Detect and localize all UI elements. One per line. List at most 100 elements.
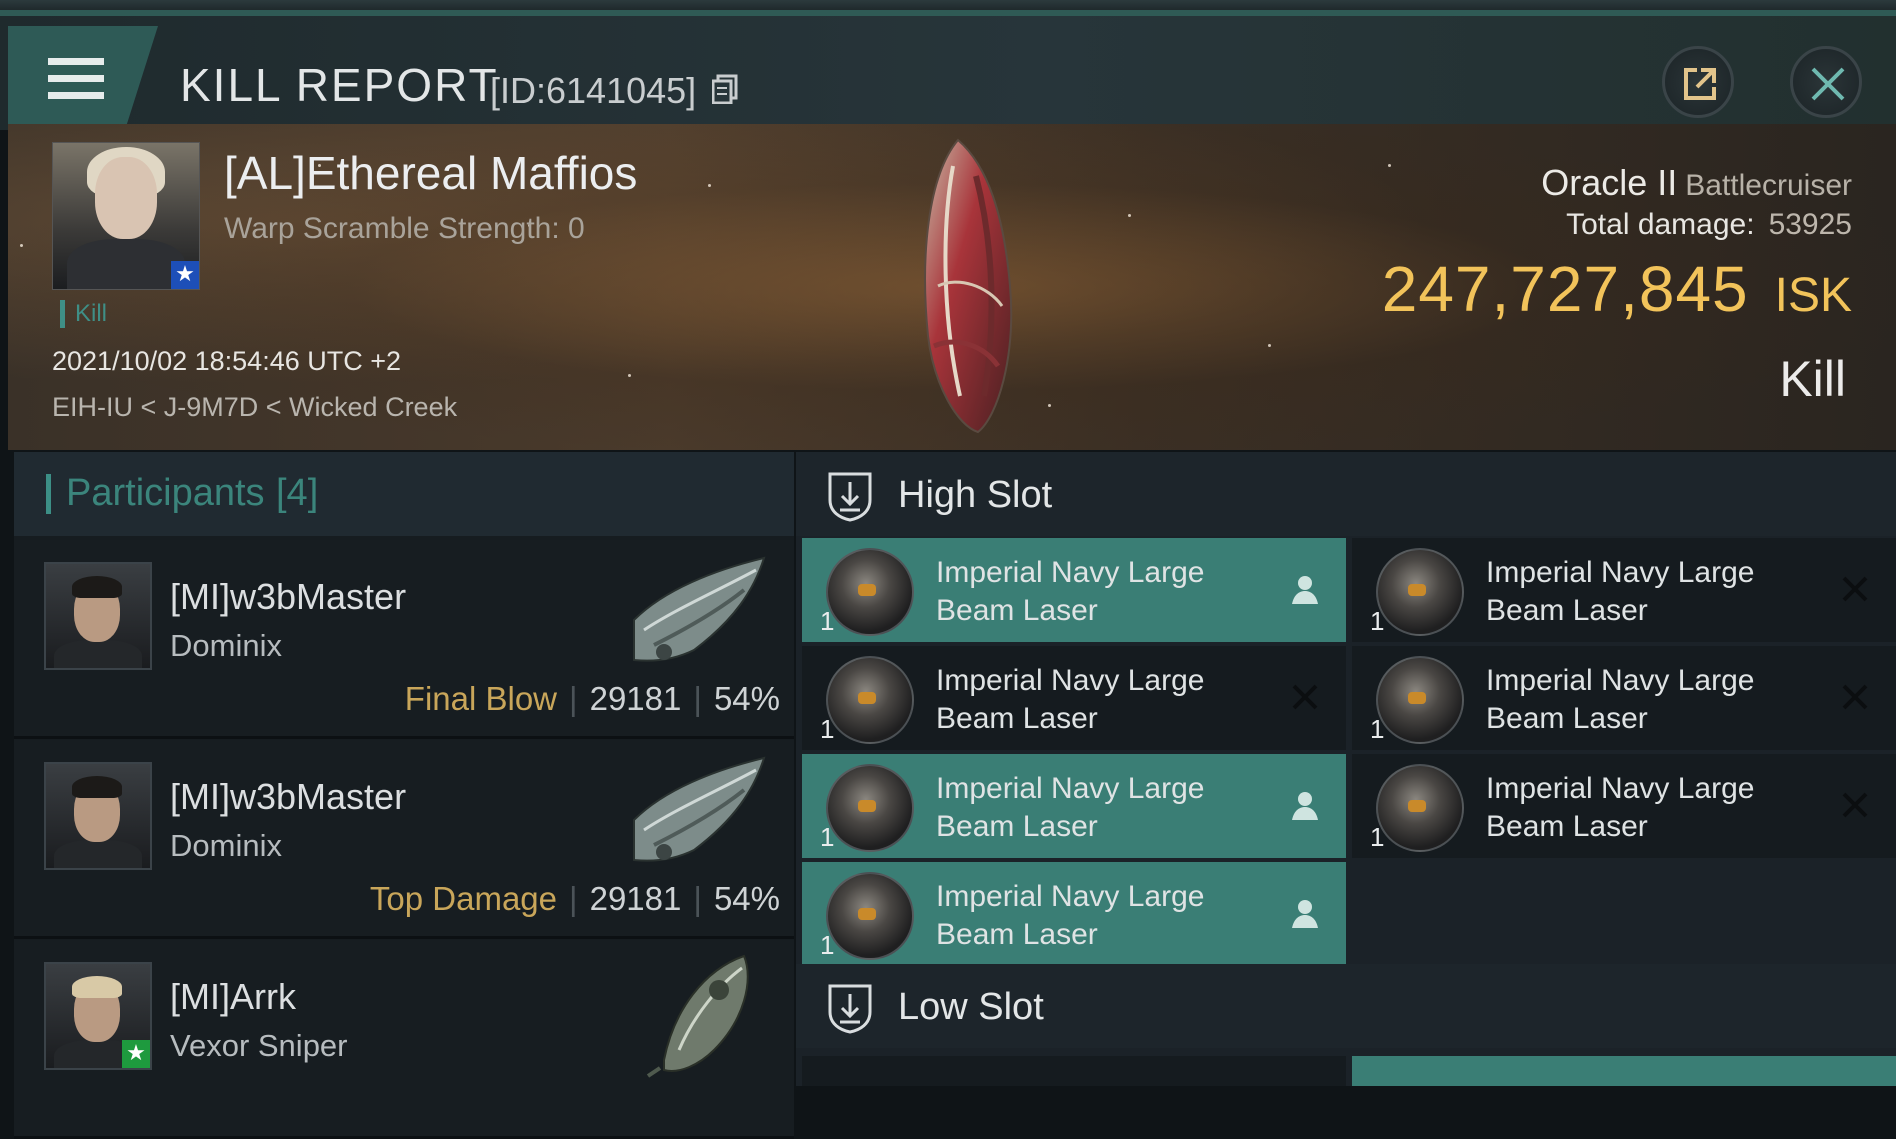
total-damage: Total damage: 53925 bbox=[1566, 208, 1852, 242]
high-slot-label: High Slot bbox=[898, 474, 1053, 516]
participants-panel: Participants [4] [MI]w3bMaster Dominix F… bbox=[14, 452, 794, 1139]
module-quantity: 1 bbox=[820, 930, 835, 960]
participant-percent: 54% bbox=[713, 680, 780, 717]
participant-name[interactable]: [MI]w3bMaster bbox=[170, 776, 406, 818]
kill-id: [ID:6141045] bbox=[490, 70, 697, 111]
module-item-partial[interactable] bbox=[1352, 1056, 1896, 1086]
module-item[interactable]: 1 Imperial Navy Large Beam Laser bbox=[1352, 538, 1896, 642]
module-name: Imperial Navy Large Beam Laser bbox=[936, 664, 1205, 735]
participants-label: Participants bbox=[66, 472, 265, 514]
copy-icon[interactable] bbox=[712, 74, 738, 104]
participant-row[interactable]: [MI]w3bMaster Dominix Final Blow | 29181 | 5… bbox=[14, 540, 794, 739]
alliance-star-icon: ★ bbox=[171, 261, 199, 289]
participant-percent: 54% bbox=[713, 880, 780, 917]
victim-ship-image[interactable] bbox=[898, 136, 1028, 436]
kill-timestamp: 2021/10/02 18:54:46 UTC +2 bbox=[52, 346, 402, 376]
ship-class: Battlecruiser bbox=[1685, 169, 1852, 202]
kill-tag: Kill bbox=[60, 300, 107, 328]
isk-value: 247,727,845 ISK bbox=[1382, 252, 1852, 326]
low-slot-label: Low Slot bbox=[898, 986, 1044, 1028]
report-result: Kill bbox=[1779, 351, 1846, 407]
participant-name[interactable]: [MI]Arrk bbox=[170, 976, 296, 1018]
destroyed-x-icon bbox=[1842, 792, 1868, 818]
high-slot-header[interactable]: High Slot bbox=[796, 452, 1896, 536]
avatar[interactable] bbox=[44, 762, 152, 870]
vexor-ship-image[interactable] bbox=[624, 950, 774, 1080]
participant-row[interactable]: ★ [MI]Arrk Vexor Sniper bbox=[14, 940, 794, 1139]
victim-ship[interactable]: Oracle II Battlecruiser bbox=[1541, 162, 1852, 204]
participant-ship: Dominix bbox=[170, 628, 282, 663]
module-item[interactable]: 1 Imperial Navy Large Beam Laser bbox=[802, 538, 1346, 642]
low-slot-icon bbox=[828, 984, 872, 1034]
avatar[interactable] bbox=[44, 562, 152, 670]
module-item[interactable]: 1 Imperial Navy Large Beam Laser bbox=[1352, 646, 1896, 750]
beam-laser-icon bbox=[1376, 656, 1464, 744]
victim-portrait[interactable]: ★ bbox=[52, 142, 200, 290]
beam-laser-icon bbox=[1376, 548, 1464, 636]
warp-scramble-strength: Warp Scramble Strength: 0 bbox=[224, 212, 585, 245]
destroyed-x-icon bbox=[1842, 576, 1868, 602]
module-quantity: 1 bbox=[1370, 714, 1385, 744]
external-link-icon bbox=[1684, 68, 1716, 100]
victim-banner: ★ [AL]Ethereal Maffios Warp Scramble Str… bbox=[8, 124, 1896, 450]
module-name: Imperial Navy Large Beam Laser bbox=[1486, 772, 1755, 843]
beam-laser-icon bbox=[826, 764, 914, 852]
high-slot-icon bbox=[828, 472, 872, 522]
kill-report-header: KILL REPORT [ID:6141045] bbox=[0, 10, 1896, 130]
menu-icon bbox=[48, 58, 104, 65]
beam-laser-icon bbox=[826, 656, 914, 744]
participant-stats: Final Blow | 29181 | 54% bbox=[404, 680, 780, 717]
pilot-icon bbox=[1292, 900, 1318, 928]
participant-row[interactable]: [MI]w3bMaster Dominix Top Damage | 29181 | 5… bbox=[14, 740, 794, 939]
participant-damage: 29181 bbox=[589, 880, 682, 917]
ship-name: Oracle II bbox=[1541, 162, 1678, 203]
module-name: Imperial Navy Large Beam Laser bbox=[936, 880, 1205, 951]
corp-star-icon: ★ bbox=[122, 1040, 150, 1068]
module-quantity: 1 bbox=[820, 606, 835, 636]
isk-unit: ISK bbox=[1774, 269, 1852, 322]
module-item[interactable]: 1 Imperial Navy Large Beam Laser bbox=[802, 646, 1346, 750]
module-quantity: 1 bbox=[820, 714, 835, 744]
fitting-slots-panel: High Slot 1 Imperial Navy Large Beam Lase… bbox=[796, 452, 1896, 1086]
pilot-icon bbox=[1292, 792, 1318, 820]
destroyed-x-icon bbox=[1292, 684, 1318, 710]
close-button[interactable] bbox=[1790, 46, 1862, 118]
participant-name[interactable]: [MI]w3bMaster bbox=[170, 576, 406, 618]
top-damage-tag: Top Damage bbox=[369, 880, 558, 917]
participant-ship: Vexor Sniper bbox=[170, 1028, 348, 1063]
module-quantity: 1 bbox=[1370, 606, 1385, 636]
module-quantity: 1 bbox=[820, 822, 835, 852]
kill-location[interactable]: EIH-IU < J-9M7D < Wicked Creek bbox=[52, 392, 457, 423]
module-name: Imperial Navy Large Beam Laser bbox=[936, 556, 1205, 627]
victim-name[interactable]: [AL]Ethereal Maffios bbox=[224, 146, 637, 200]
module-name: Imperial Navy Large Beam Laser bbox=[936, 772, 1205, 843]
beam-laser-icon bbox=[826, 548, 914, 636]
dominix-ship-image[interactable] bbox=[624, 750, 774, 870]
total-damage-value: 53925 bbox=[1768, 208, 1852, 241]
module-quantity: 1 bbox=[1370, 822, 1385, 852]
participant-ship: Dominix bbox=[170, 828, 282, 863]
pilot-icon bbox=[1292, 576, 1318, 604]
module-item-partial[interactable] bbox=[802, 1056, 1346, 1086]
module-item[interactable]: 1 Imperial Navy Large Beam Laser bbox=[802, 862, 1346, 966]
participant-damage: 29181 bbox=[589, 680, 682, 717]
beam-laser-icon bbox=[1376, 764, 1464, 852]
close-icon bbox=[1811, 67, 1845, 101]
participants-header[interactable]: Participants [4] bbox=[14, 452, 794, 536]
avatar[interactable]: ★ bbox=[44, 962, 152, 1070]
menu-button[interactable] bbox=[8, 26, 158, 130]
module-item[interactable]: 1 Imperial Navy Large Beam Laser bbox=[802, 754, 1346, 858]
page-title: KILL REPORT bbox=[180, 59, 499, 111]
isk-amount: 247,727,845 bbox=[1381, 253, 1749, 325]
destroyed-x-icon bbox=[1842, 684, 1868, 710]
module-item[interactable]: 1 Imperial Navy Large Beam Laser bbox=[1352, 754, 1896, 858]
low-slot-header[interactable]: Low Slot bbox=[796, 964, 1896, 1048]
total-damage-label: Total damage: bbox=[1566, 208, 1755, 241]
module-name: Imperial Navy Large Beam Laser bbox=[1486, 664, 1755, 735]
beam-laser-icon bbox=[826, 872, 914, 960]
module-name: Imperial Navy Large Beam Laser bbox=[1486, 556, 1755, 627]
final-blow-tag: Final Blow bbox=[404, 680, 558, 717]
share-button[interactable] bbox=[1662, 46, 1734, 118]
dominix-ship-image[interactable] bbox=[624, 550, 774, 670]
participants-count: [4] bbox=[276, 472, 319, 514]
